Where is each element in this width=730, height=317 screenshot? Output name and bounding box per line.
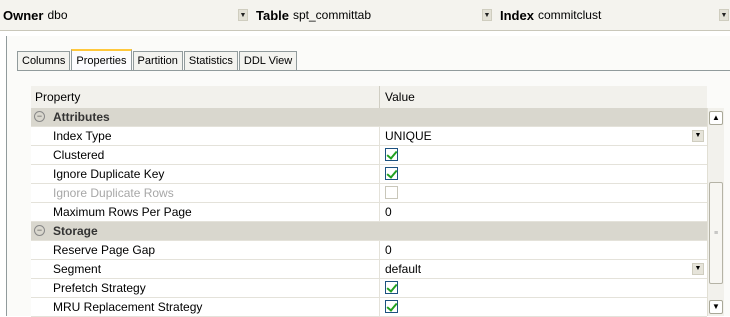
table-value: spt_committab — [293, 8, 372, 22]
row-maximum-rows-per-page[interactable]: Maximum Rows Per Page 0 — [31, 203, 707, 222]
collapse-icon[interactable]: − — [34, 225, 45, 236]
row-prefetch-strategy[interactable]: Prefetch Strategy — [31, 279, 707, 298]
reserve-page-gap-value: 0 — [385, 243, 392, 257]
property-grid: Property Value − Attributes Index Type U… — [31, 86, 707, 317]
property-name: Reserve Page Gap — [53, 243, 156, 257]
category-attributes[interactable]: − Attributes — [31, 108, 707, 127]
property-value-cell[interactable]: default ▼ — [379, 260, 708, 278]
row-segment[interactable]: Segment default ▼ — [31, 260, 707, 279]
clustered-checkbox[interactable] — [385, 148, 398, 161]
owner-selector[interactable]: Owner dbo — [3, 6, 68, 24]
property-name: Ignore Duplicate Rows — [53, 186, 174, 200]
object-selector-bar: Owner dbo ▼ Table spt_committab ▼ Index … — [0, 0, 730, 31]
table-label: Table — [256, 7, 289, 23]
property-name: MRU Replacement Strategy — [53, 300, 203, 314]
row-clustered[interactable]: Clustered — [31, 146, 707, 165]
owner-label: Owner — [3, 7, 44, 23]
property-value-cell[interactable]: UNIQUE ▼ — [379, 127, 708, 145]
category-label: Storage — [53, 224, 98, 238]
tab-strip: Columns Properties Partition Statistics … — [17, 48, 298, 71]
segment-value: default — [385, 262, 422, 276]
grip-icon: ≡ — [714, 230, 719, 237]
index-selector[interactable]: Index commitclust — [500, 6, 601, 24]
index-type-value: UNIQUE — [385, 129, 432, 143]
property-value-cell[interactable] — [379, 165, 708, 183]
property-value-cell[interactable] — [379, 146, 708, 164]
owner-value: dbo — [47, 8, 68, 22]
property-name: Ignore Duplicate Key — [53, 167, 165, 181]
owner-dropdown-button[interactable]: ▼ — [238, 9, 248, 21]
property-value-cell[interactable] — [379, 298, 708, 316]
vertical-scrollbar[interactable]: ▲ ≡ ▼ — [707, 108, 724, 316]
property-name: Index Type — [53, 129, 112, 143]
row-mru-replacement-strategy[interactable]: MRU Replacement Strategy — [31, 298, 707, 317]
tab-properties[interactable]: Properties — [71, 49, 132, 71]
scrollbar-thumb[interactable]: ≡ — [709, 182, 723, 284]
property-value-cell[interactable]: 0 — [379, 203, 708, 221]
category-label: Attributes — [53, 110, 110, 124]
row-ignore-duplicate-key[interactable]: Ignore Duplicate Key — [31, 165, 707, 184]
property-value-cell[interactable] — [379, 279, 708, 297]
row-reserve-page-gap[interactable]: Reserve Page Gap 0 — [31, 241, 707, 260]
ignore-duplicate-rows-checkbox — [385, 186, 398, 199]
segment-dropdown-icon[interactable]: ▼ — [692, 263, 704, 275]
value-column-header[interactable]: Value — [385, 90, 415, 104]
scroll-down-arrow-icon[interactable]: ▼ — [709, 300, 723, 314]
property-value-cell[interactable]: 0 — [379, 241, 708, 259]
category-storage[interactable]: − Storage — [31, 222, 707, 241]
tab-statistics[interactable]: Statistics — [183, 51, 238, 70]
property-name: Prefetch Strategy — [53, 281, 146, 295]
row-ignore-duplicate-rows: Ignore Duplicate Rows — [31, 184, 707, 203]
prefetch-strategy-checkbox[interactable] — [385, 281, 398, 294]
property-name: Clustered — [53, 148, 105, 162]
tab-partition[interactable]: Partition — [132, 51, 183, 70]
row-index-type[interactable]: Index Type UNIQUE ▼ — [31, 127, 707, 146]
mru-replacement-strategy-checkbox[interactable] — [385, 300, 398, 313]
property-column-header[interactable]: Property — [35, 90, 80, 104]
property-name: Segment — [53, 262, 102, 276]
max-rows-per-page-value: 0 — [385, 205, 392, 219]
collapse-icon[interactable]: − — [34, 111, 45, 122]
index-type-dropdown-icon[interactable]: ▼ — [692, 130, 704, 142]
tab-ddl-view[interactable]: DDL View — [238, 51, 298, 70]
scroll-up-arrow-icon[interactable]: ▲ — [709, 111, 723, 125]
grid-header: Property Value — [31, 86, 707, 109]
table-dropdown-button[interactable]: ▼ — [482, 9, 492, 21]
property-value-cell — [379, 184, 708, 202]
column-separator[interactable] — [379, 86, 380, 108]
index-value: commitclust — [537, 8, 602, 22]
tab-divider — [17, 70, 730, 71]
index-dropdown-button[interactable]: ▼ — [719, 9, 729, 21]
table-selector[interactable]: Table spt_committab — [256, 6, 371, 24]
property-name: Maximum Rows Per Page — [53, 205, 192, 219]
tab-columns[interactable]: Columns — [17, 51, 71, 70]
ignore-duplicate-key-checkbox[interactable] — [385, 167, 398, 180]
index-label: Index — [500, 7, 534, 23]
